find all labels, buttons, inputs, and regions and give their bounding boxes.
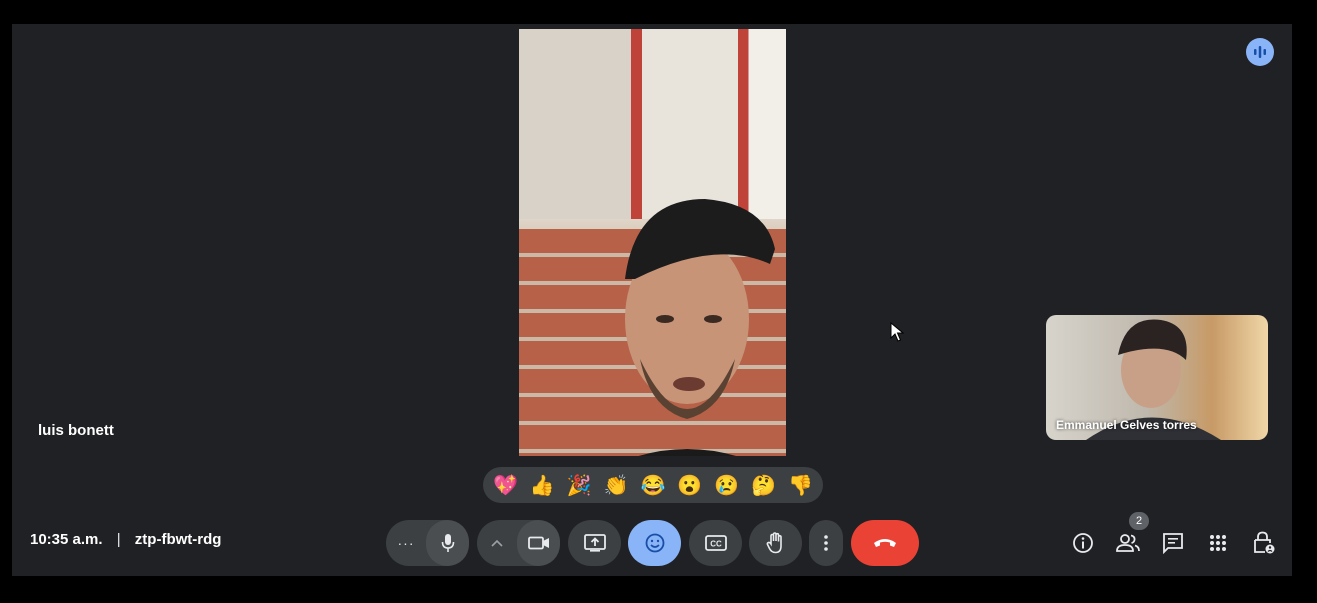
- captions-button[interactable]: CC: [689, 520, 742, 566]
- meeting-code: ztp-fbwt-rdg: [134, 531, 222, 548]
- reaction-thinking[interactable]: 🤔: [747, 473, 781, 498]
- reaction-thumbs-down[interactable]: 👎: [783, 473, 817, 498]
- meeting-stage: Emmanuel Gelves torres luis bonett 💖 👍 🎉…: [12, 24, 1292, 576]
- reaction-crying[interactable]: 😢: [710, 473, 744, 498]
- people-icon: [1116, 534, 1140, 552]
- mouse-cursor-icon: [890, 322, 904, 342]
- participant-count-badge: 2: [1129, 512, 1149, 530]
- host-controls-button[interactable]: [1250, 529, 1278, 557]
- reactions-button[interactable]: [628, 520, 681, 566]
- pip-participant-name: Emmanuel Gelves torres: [1056, 418, 1197, 432]
- reactions-bar: 💖 👍 🎉 👏 😂 😮 😢 🤔 👎: [483, 467, 823, 503]
- raise-hand-button[interactable]: [749, 520, 802, 566]
- people-button[interactable]: [1114, 529, 1142, 557]
- raise-hand-icon: [766, 532, 782, 554]
- activity-audio-indicator[interactable]: [1246, 38, 1274, 66]
- video-options-button[interactable]: [477, 520, 517, 566]
- main-participant-name: luis bonett: [38, 422, 114, 439]
- audio-control-group: ···: [386, 520, 469, 566]
- reaction-surprised[interactable]: 😮: [673, 473, 707, 498]
- camera-icon: [527, 536, 549, 550]
- participant-figure: [625, 199, 775, 456]
- meeting-details-button[interactable]: [1069, 529, 1097, 557]
- present-screen-button[interactable]: [568, 520, 621, 566]
- more-options-icon: [824, 535, 828, 551]
- captions-icon: CC: [704, 535, 727, 551]
- emoji-icon: [645, 533, 664, 553]
- info-icon: [1073, 533, 1093, 553]
- camera-button[interactable]: [517, 520, 560, 566]
- chat-icon: [1163, 533, 1183, 554]
- audio-options-button[interactable]: ···: [386, 520, 426, 566]
- end-call-icon: [874, 539, 896, 547]
- reaction-tears-of-joy[interactable]: 😂: [636, 473, 670, 498]
- microphone-button[interactable]: [426, 520, 469, 566]
- reaction-sparkling-heart[interactable]: 💖: [488, 473, 522, 498]
- microphone-icon: [441, 534, 454, 552]
- activities-button[interactable]: [1204, 529, 1232, 557]
- chevron-up-icon: [491, 539, 503, 547]
- audio-level-icon: [1254, 46, 1266, 58]
- more-audio-dots: ···: [397, 535, 415, 551]
- svg-text:CC: CC: [710, 540, 722, 549]
- meeting-separator: |: [116, 531, 121, 548]
- reaction-party-popper[interactable]: 🎉: [562, 473, 596, 498]
- chat-button[interactable]: [1159, 529, 1187, 557]
- apps-grid-icon: [1210, 535, 1226, 551]
- main-participant-video: [519, 29, 786, 456]
- video-control-group: [477, 520, 560, 566]
- reaction-clapping-hands[interactable]: 👏: [599, 473, 633, 498]
- present-screen-icon: [583, 534, 606, 552]
- reaction-thumbs-up[interactable]: 👍: [525, 473, 559, 498]
- meeting-time: 10:35 a.m.: [30, 531, 103, 548]
- end-call-button[interactable]: [851, 520, 919, 566]
- lock-person-icon: [1254, 531, 1275, 554]
- meeting-details: 10:35 a.m. | ztp-fbwt-rdg: [30, 531, 221, 548]
- more-options-button[interactable]: [809, 520, 843, 566]
- self-view-tile[interactable]: Emmanuel Gelves torres: [1046, 315, 1268, 440]
